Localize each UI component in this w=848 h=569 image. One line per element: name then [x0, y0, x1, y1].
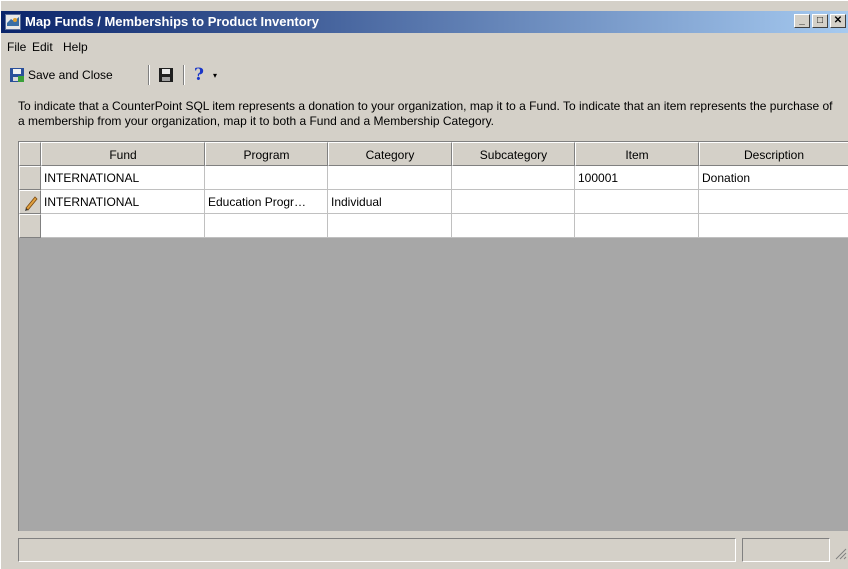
save-and-close-button[interactable]: Save and Close — [9, 65, 113, 85]
menu-file[interactable]: File — [7, 40, 26, 54]
cell-description[interactable]: Donation — [699, 166, 848, 190]
row-selector[interactable] — [19, 190, 41, 214]
status-bar — [18, 538, 848, 564]
cell-subcategory[interactable] — [452, 166, 575, 190]
menu-bar: File Edit Help — [1, 38, 848, 58]
chevron-down-icon[interactable]: ▾ — [213, 71, 217, 80]
title-bar[interactable]: Map Funds / Memberships to Product Inven… — [1, 11, 848, 33]
cell-fund[interactable] — [41, 214, 205, 238]
table-row[interactable]: INTERNATIONAL 100001 Donation — [19, 166, 848, 190]
help-icon[interactable]: ? — [194, 65, 204, 85]
menu-edit[interactable]: Edit — [32, 40, 53, 54]
cell-category[interactable]: Individual — [328, 190, 452, 214]
close-button[interactable]: ✕ — [830, 14, 846, 28]
instructions-text: To indicate that a CounterPoint SQL item… — [18, 99, 833, 128]
column-header-description[interactable]: Description — [699, 142, 848, 166]
app-window: Map Funds / Memberships to Product Inven… — [0, 0, 848, 569]
cell-description[interactable] — [699, 190, 848, 214]
row-selector[interactable] — [19, 214, 41, 238]
cell-item[interactable] — [575, 190, 699, 214]
save-close-icon — [9, 67, 25, 83]
status-pane-secondary — [742, 538, 830, 562]
column-header-program[interactable]: Program — [205, 142, 328, 166]
cell-fund[interactable]: INTERNATIONAL — [41, 166, 205, 190]
column-header-item[interactable]: Item — [575, 142, 699, 166]
cell-program[interactable] — [205, 166, 328, 190]
status-pane-main — [18, 538, 736, 562]
cell-program[interactable]: Education Progr… — [205, 190, 328, 214]
cell-category[interactable] — [328, 166, 452, 190]
cell-item[interactable] — [575, 214, 699, 238]
row-selector[interactable] — [19, 166, 41, 190]
pencil-icon — [25, 196, 38, 211]
save-and-close-label: Save and Close — [28, 68, 113, 82]
toolbar-separator — [183, 65, 185, 85]
column-header-category[interactable]: Category — [328, 142, 452, 166]
cell-subcategory[interactable] — [452, 190, 575, 214]
toolbar: Save and Close ? ▾ — [1, 62, 848, 88]
cell-category[interactable] — [328, 214, 452, 238]
grid-corner[interactable] — [19, 142, 41, 166]
cell-subcategory[interactable] — [452, 214, 575, 238]
floppy-disk-icon[interactable] — [158, 67, 174, 83]
minimize-button[interactable]: _ — [794, 14, 810, 28]
cell-program[interactable] — [205, 214, 328, 238]
column-header-subcategory[interactable]: Subcategory — [452, 142, 575, 166]
table-row[interactable]: INTERNATIONAL Education Progr… Individua… — [19, 190, 848, 214]
menu-help[interactable]: Help — [63, 40, 88, 54]
window-title: Map Funds / Memberships to Product Inven… — [25, 14, 319, 29]
column-header-fund[interactable]: Fund — [41, 142, 205, 166]
cell-fund[interactable]: INTERNATIONAL — [41, 190, 205, 214]
resize-grip-icon[interactable] — [835, 548, 847, 560]
toolbar-separator — [148, 65, 150, 85]
cell-description[interactable] — [699, 214, 848, 238]
maximize-button[interactable]: □ — [812, 14, 828, 28]
grid-header-row: Fund Program Category Subcategory Item D… — [19, 142, 848, 166]
table-row[interactable] — [19, 214, 848, 238]
app-icon — [5, 14, 21, 30]
cell-item[interactable]: 100001 — [575, 166, 699, 190]
mapping-grid: Fund Program Category Subcategory Item D… — [18, 141, 848, 531]
